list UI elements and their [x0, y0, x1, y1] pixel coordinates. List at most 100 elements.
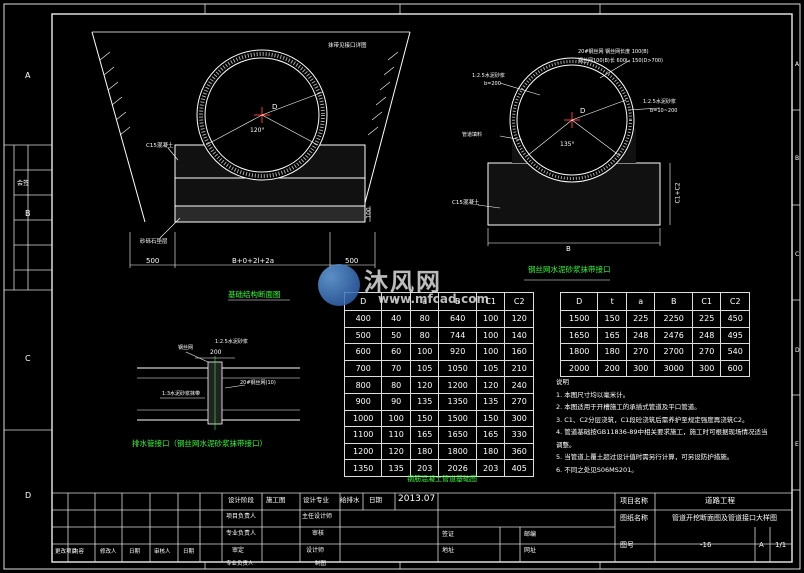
main-table-cell: 140 — [504, 326, 534, 345]
tb-r2-2: 主任设计师 — [302, 513, 333, 520]
right-header-row: Dt a B C1 C2 — [559, 292, 750, 311]
tb-r1-1: 施工图 — [266, 496, 286, 504]
main-table-cell: 100 — [381, 409, 411, 428]
notes-block: 说明 1. 本图尺寸均以毫米计。 2. 本图适用于开槽施工的承插式管道及平口管道。… — [556, 376, 771, 476]
left-dim-side: 100 — [365, 207, 373, 219]
main-table-row: 1000 100 150 1500 150 300 — [343, 409, 534, 428]
joint-label4: 1:3水泥砂浆抹带 — [162, 391, 201, 397]
main-table-cell: 330 — [504, 426, 534, 444]
left-section-view — [91, 31, 411, 268]
right-mortar1: 1:2.5水泥砂浆 — [472, 73, 505, 79]
main-table-cell: 900 — [343, 392, 383, 411]
tb-sign2: 邮编 — [524, 531, 537, 538]
notes-title: 说明 — [556, 378, 569, 386]
main-table-row: 800 80 120 1200 120 240 — [343, 376, 534, 394]
main-table-cell: 1100 — [343, 426, 383, 444]
tb-sign4: 网址 — [524, 547, 537, 554]
left-sand-label: 砂砾石垫层 — [140, 239, 168, 245]
right-table-cell: 2476 — [654, 326, 693, 345]
left-strip — [4, 144, 52, 431]
main-table-cell: 1800 — [438, 442, 477, 461]
right-side-label: C1+C2 — [674, 182, 682, 204]
border-left-C: C — [25, 354, 31, 363]
right-table-cell: 2700 — [654, 343, 693, 361]
main-table-cell: 300 — [504, 409, 534, 428]
tb-r4-0: 审定 — [232, 547, 245, 554]
left-section-title: 基础结构断面图 — [228, 290, 281, 299]
main-table-cell: 240 — [504, 376, 534, 394]
right-dimension-table: Dt a B C1 C2 1500 150 225 2250 225 450 1650 165 248 24… — [559, 292, 750, 378]
main-table-cell: 1500 — [438, 409, 477, 428]
main-table-cell: 180 — [409, 442, 440, 461]
right-header-cell: a — [625, 292, 656, 311]
tb-no-label: 图号 — [620, 541, 634, 549]
right-table-cell: 495 — [720, 326, 750, 345]
tb-r1-0: 设计阶段 — [228, 496, 254, 504]
main-table-cell: 165 — [409, 426, 440, 444]
main-table-cell: 2026 — [438, 459, 477, 477]
joint-title: 排水管接口（钢丝网水泥砂浆抹带接口） — [132, 439, 267, 448]
right-table-cell: 1800 — [559, 343, 599, 361]
main-table-cell: 160 — [504, 343, 534, 361]
main-table-row: 1100 110 165 1650 165 330 — [343, 426, 534, 444]
tb-r1-3: 给排水 — [340, 496, 360, 504]
table-caption: 钢筋混凝土管道基础图 — [407, 475, 477, 483]
tb-left-2: 修改人 — [100, 549, 117, 555]
tb-no-value: -16 — [700, 541, 712, 549]
main-table-cell: 135 — [381, 459, 411, 477]
main-table-cell: 120 — [409, 376, 440, 394]
right-table-cell: 300 — [625, 359, 656, 378]
left-top-label: 抹带见接口详图 — [328, 43, 367, 49]
right-table-cell: 270 — [625, 343, 656, 361]
right-header-cell: t — [597, 292, 627, 311]
left-angle-label: 120° — [250, 127, 265, 134]
right-header-cell: B — [654, 292, 693, 311]
left-dim-mid: B+0+2l+2a — [232, 257, 274, 265]
main-table-cell: 80 — [381, 376, 411, 394]
tb-left-3: 日期 — [129, 549, 141, 555]
main-table-cell: 203 — [409, 459, 440, 477]
tb-r5-0: 专业负责人 — [226, 561, 254, 567]
tb-r5-2: 制图 — [315, 561, 327, 567]
tb-sign1: 签证 — [442, 531, 455, 538]
right-table-row: 2000 200 300 3000 300 600 — [559, 359, 750, 378]
main-table-cell: 800 — [343, 376, 383, 394]
main-table-cell: 400 — [343, 310, 383, 328]
tb-left-5: 日期 — [183, 549, 195, 555]
main-table-row: 1350 135 203 2026 203 405 — [343, 459, 534, 477]
right-table-cell: 1500 — [559, 310, 599, 328]
main-table-cell: 135 — [475, 392, 506, 411]
tb-size: A — [759, 541, 764, 549]
main-table-cell: 1200 — [343, 442, 383, 461]
main-table-cell: 90 — [381, 392, 411, 411]
border-right-E: E — [795, 441, 799, 448]
tb-r3-2: 审核 — [312, 530, 325, 537]
tb-drawing-value: 管道开挖断面图及管道接口大样图 — [672, 514, 777, 522]
right-table-cell: 180 — [597, 343, 627, 361]
note-item: 6. 不同之处见S06MS201。 — [556, 465, 638, 474]
right-table-cell: 600 — [720, 359, 750, 378]
main-table-cell: 100 — [475, 343, 506, 361]
main-table-cell: 80 — [409, 310, 440, 328]
tb-r1-4: 日期 — [369, 496, 382, 504]
main-table-row: 400 40 80 640 100 120 — [343, 310, 534, 328]
right-section-view — [477, 57, 671, 246]
joint-label1: 钢丝网 — [178, 345, 194, 351]
main-table-cell: 120 — [475, 376, 506, 394]
main-table-cell: 1650 — [438, 426, 477, 444]
main-table-cell: 70 — [381, 359, 411, 378]
main-table-cell: 165 — [475, 426, 506, 444]
border-left-D: D — [25, 491, 32, 500]
main-table-cell: 80 — [409, 326, 440, 345]
left-stamp: 会签 — [17, 180, 30, 187]
main-table-cell: 210 — [504, 359, 534, 378]
right-table-cell: 248 — [625, 326, 656, 345]
main-table-cell: 135 — [409, 392, 440, 411]
right-mesh1: 20#钢丝网 钢丝网长度 100(B) — [578, 49, 649, 55]
tb-r3-0: 专业负责人 — [226, 530, 257, 537]
main-table-cell: 150 — [409, 409, 440, 428]
left-D-label: D — [272, 103, 278, 111]
right-table-cell: 450 — [720, 310, 750, 328]
right-angle-label: 135° — [560, 141, 575, 148]
main-table-cell: 1050 — [438, 359, 477, 378]
